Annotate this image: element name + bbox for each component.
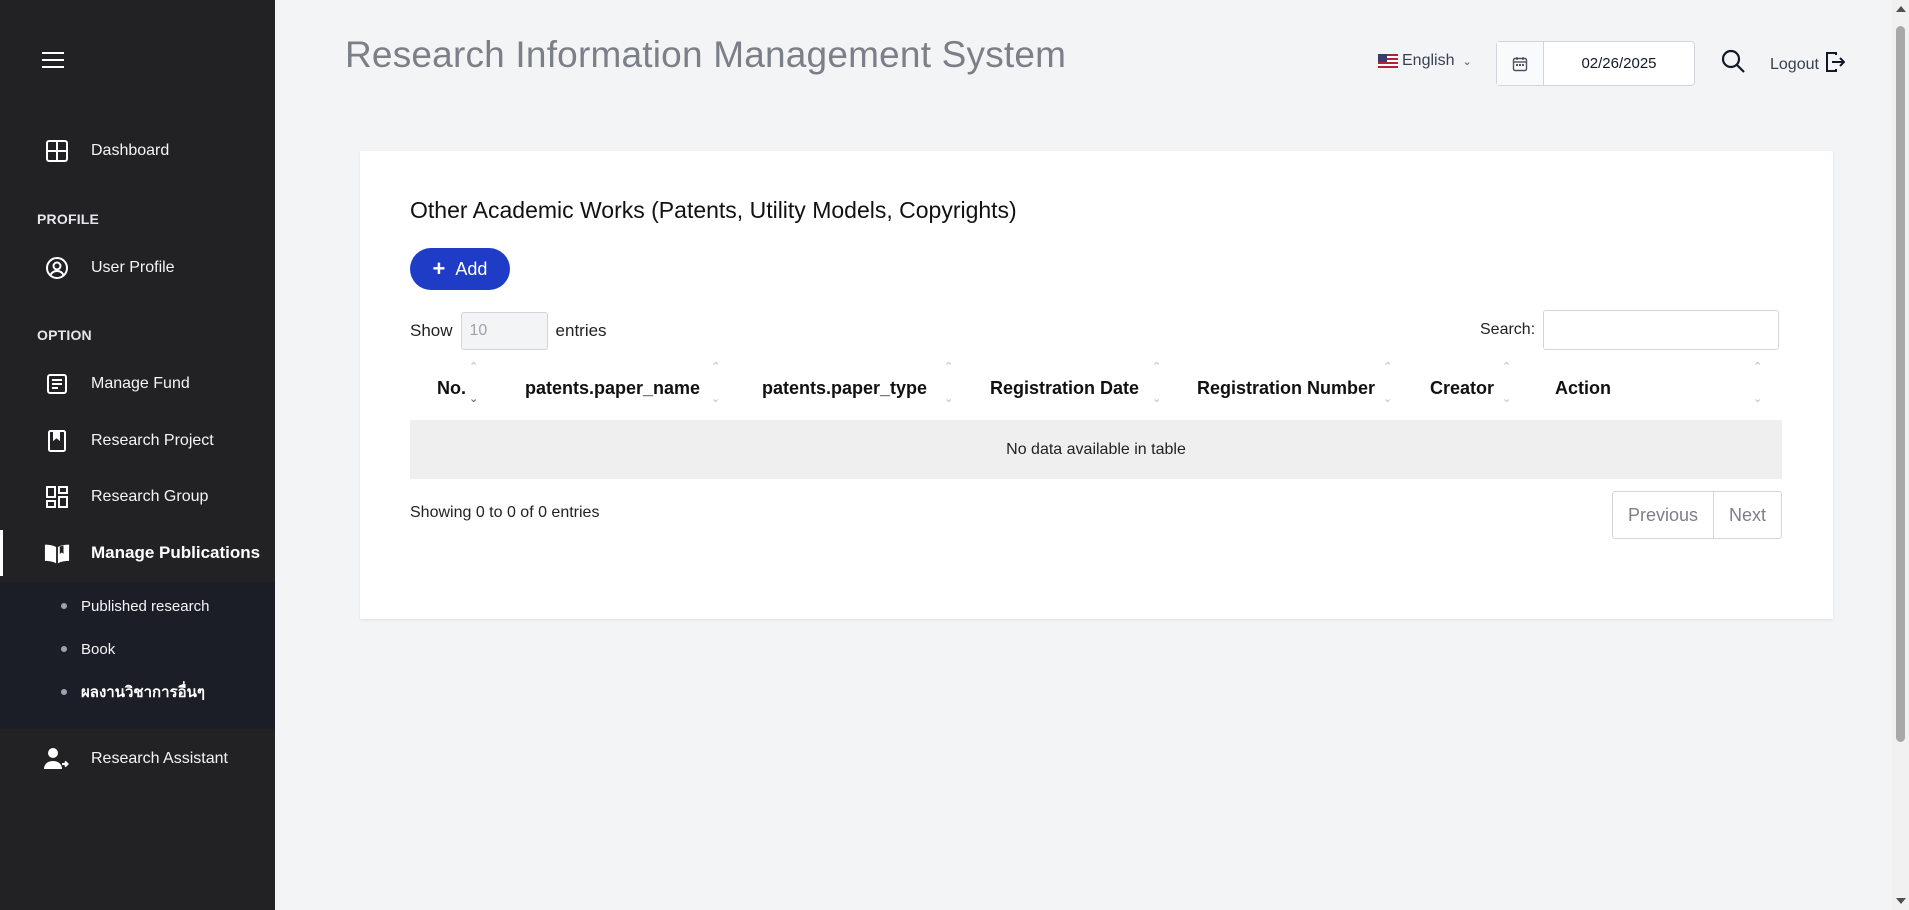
sort-up-icon: ⌃ [944, 361, 954, 373]
table-search: Search: [1480, 310, 1780, 350]
submenu-item-published-research[interactable]: Published research [0, 588, 275, 624]
plus-icon: + [432, 256, 446, 281]
sidebar-item-label: Manage Fund [91, 375, 190, 392]
column-label: patents.paper_name [525, 377, 701, 398]
section-option-heading: OPTION [37, 327, 92, 343]
card-title: Other Academic Works (Patents, Utility M… [410, 197, 1017, 223]
show-label: Show [410, 321, 453, 340]
chevron-down-icon: ⌄ [1462, 55, 1472, 68]
user-circle-icon [44, 255, 70, 281]
hamburger-icon[interactable] [42, 52, 64, 70]
next-button[interactable]: Next [1713, 492, 1781, 538]
column-header-paper-type[interactable]: patents.paper_type ⌃ ⌄ [762, 358, 976, 418]
sort-down-icon: ⌄ [1152, 393, 1162, 405]
logout-label: Logout [1770, 55, 1819, 73]
page-length-select[interactable]: 10 [460, 312, 548, 350]
sidebar-item-label: Dashboard [91, 142, 170, 159]
scroll-down-icon[interactable] [1896, 898, 1906, 904]
column-label: Action [1555, 377, 1611, 398]
dashboard-tiles-icon [44, 484, 70, 510]
submenu-item-other-academic-works[interactable]: ผลงานวิชาการอื่นๆ [0, 674, 275, 710]
sort-up-icon: ⌃ [469, 361, 479, 373]
sort-up-icon: ⌃ [1383, 361, 1393, 373]
publications-submenu: Published research Book ผลงานวิชาการอื่น… [0, 582, 275, 729]
content-card: Other Academic Works (Patents, Utility M… [360, 151, 1833, 619]
submenu-item-book[interactable]: Book [0, 631, 275, 667]
scroll-up-icon[interactable] [1896, 6, 1906, 12]
grid-icon [44, 138, 70, 164]
column-header-no[interactable]: No. ⌃ ⌄ [437, 358, 507, 418]
sidebar-item-manage-publications[interactable]: Manage Publications [0, 530, 275, 576]
table-empty-row: No data available in table [410, 420, 1782, 479]
open-book-icon [44, 540, 70, 566]
vertical-scrollbar[interactable] [1892, 0, 1909, 910]
sort-down-icon: ⌄ [1383, 393, 1393, 405]
sidebar-item-label: User Profile [91, 259, 175, 276]
column-label: Registration Date [990, 377, 1140, 398]
sort-up-icon: ⌃ [1152, 361, 1162, 373]
search-icon[interactable] [1720, 48, 1746, 74]
sidebar-item-research-project[interactable]: Research Project [0, 418, 275, 464]
search-input[interactable] [1543, 310, 1780, 350]
column-header-paper-name[interactable]: patents.paper_name ⌃ ⌄ [525, 358, 747, 418]
column-label: Registration Number [1197, 377, 1376, 398]
entries-label: entries [555, 321, 607, 340]
sidebar-item-manage-fund[interactable]: Manage Fund [0, 361, 275, 407]
column-header-creator[interactable]: Creator ⌃ ⌄ [1430, 358, 1540, 418]
sidebar-item-label: Manage Publications [91, 543, 261, 562]
column-label: Creator [1430, 377, 1495, 398]
column-header-registration-number[interactable]: Registration Number ⌃ ⌄ [1197, 358, 1427, 418]
sidebar-item-user-profile[interactable]: User Profile [0, 245, 275, 291]
table-header: No. ⌃ ⌄ patents.paper_name ⌃ ⌄ patents.p… [410, 358, 1782, 418]
section-profile-heading: PROFILE [37, 211, 100, 227]
logout-button[interactable]: Logout [1770, 51, 1846, 78]
sidebar-item-research-group[interactable]: Research Group [0, 474, 275, 520]
sidebar: Dashboard PROFILE User Profile OPTION Ma… [0, 0, 275, 910]
page-title: Research Information Management System [345, 34, 1067, 75]
language-selector[interactable]: English ⌄ [1378, 52, 1472, 70]
column-header-action[interactable]: Action ⌃ ⌄ [1555, 358, 1782, 418]
logout-icon [1819, 51, 1846, 78]
add-label: Add [455, 258, 488, 279]
sidebar-item-dashboard[interactable]: Dashboard [0, 128, 275, 174]
sort-down-icon: ⌄ [1753, 393, 1763, 405]
document-icon [44, 371, 70, 397]
language-label: English [1402, 52, 1455, 69]
sort-up-icon: ⌃ [1753, 361, 1763, 373]
column-label: No. [437, 377, 466, 398]
page-length-control: Show 10 entries [410, 312, 607, 350]
search-label: Search: [1480, 321, 1536, 338]
sidebar-item-research-assistant[interactable]: Research Assistant [0, 736, 275, 782]
bookmark-icon [44, 428, 70, 454]
sort-up-icon: ⌃ [1502, 361, 1512, 373]
sidebar-item-label: Research Assistant [91, 750, 228, 767]
table-info: Showing 0 to 0 of 0 entries [410, 504, 600, 521]
sort-up-icon: ⌃ [711, 361, 721, 373]
calendar-icon[interactable] [1497, 42, 1544, 85]
pagination: Previous Next [1612, 491, 1783, 539]
bullet-icon [61, 603, 67, 609]
user-plus-icon [44, 746, 70, 772]
column-header-registration-date[interactable]: Registration Date ⌃ ⌄ [990, 358, 1190, 418]
submenu-item-label: Book [81, 640, 116, 658]
previous-button[interactable]: Previous [1613, 492, 1713, 538]
sort-down-icon: ⌄ [1502, 393, 1512, 405]
sort-down-icon: ⌄ [469, 393, 479, 405]
column-label: patents.paper_type [762, 377, 928, 398]
scrollbar-thumb[interactable] [1896, 26, 1905, 742]
sidebar-item-label: Research Group [91, 488, 209, 505]
submenu-item-label: Published research [81, 597, 210, 615]
date-value[interactable]: 02/26/2025 [1544, 42, 1694, 85]
bullet-icon [61, 646, 67, 652]
submenu-item-label: ผลงานวิชาการอื่นๆ [81, 684, 205, 701]
sort-down-icon: ⌄ [711, 393, 721, 405]
us-flag-icon [1378, 54, 1398, 68]
sidebar-item-label: Research Project [91, 432, 214, 449]
bullet-icon [61, 689, 67, 695]
date-picker[interactable]: 02/26/2025 [1496, 41, 1695, 86]
add-button[interactable]: + Add [410, 248, 510, 290]
sort-down-icon: ⌄ [944, 393, 954, 405]
